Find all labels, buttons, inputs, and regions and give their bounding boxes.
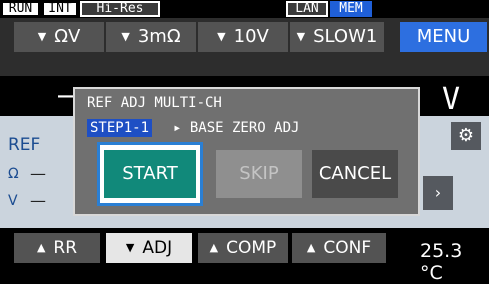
- int-indicator: INT: [42, 1, 78, 17]
- dialog-title: REF ADJ MULTI-CH: [87, 95, 222, 111]
- hires-indicator: Hi-Res: [80, 1, 160, 17]
- menu-button[interactable]: MENU: [400, 22, 487, 52]
- voltage-range-label: 10V: [233, 26, 269, 47]
- start-button[interactable]: START: [104, 150, 196, 198]
- measurement-unit: V: [442, 82, 461, 117]
- voltage-range-button[interactable]: ▼ 10V: [198, 22, 288, 52]
- ohm-value: —: [30, 164, 46, 183]
- triangle-down-icon: ▼: [121, 30, 130, 43]
- step-badge: STEP1-1: [87, 119, 153, 137]
- conf-label: CONF: [323, 238, 372, 258]
- ref-adj-dialog: REF ADJ MULTI-CH STEP1-1 ▸ BASE ZERO ADJ…: [73, 87, 420, 216]
- status-bar: RUN INT Hi-Res LAN MEM: [0, 0, 489, 18]
- skip-button[interactable]: SKIP: [216, 150, 302, 198]
- temperature-readout: 25.3 °C: [420, 240, 463, 284]
- triangle-down-icon: ▼: [296, 30, 306, 43]
- comp-button[interactable]: ▲ COMP: [198, 233, 288, 263]
- volt-label: V: [8, 193, 18, 209]
- cancel-button[interactable]: CANCEL: [312, 150, 398, 198]
- mem-indicator: MEM: [330, 1, 372, 17]
- triangle-up-icon: ▲: [209, 241, 219, 254]
- ohm-label: Ω: [8, 166, 19, 182]
- triangle-up-icon: ▲: [306, 241, 316, 254]
- ref-label: REF: [8, 135, 41, 155]
- adj-button[interactable]: ▼ ADJ: [106, 233, 192, 263]
- volt-value: —: [30, 191, 46, 210]
- chevron-right-icon[interactable]: ›: [423, 176, 453, 210]
- triangle-down-icon: ▼: [217, 30, 226, 43]
- gear-icon[interactable]: ⚙: [451, 122, 481, 150]
- step-description: ▸ BASE ZERO ADJ: [173, 120, 300, 136]
- conf-button[interactable]: ▲ CONF: [292, 233, 386, 263]
- function-label: ΩV: [54, 26, 81, 47]
- function-button[interactable]: ▼ ΩV: [14, 22, 104, 52]
- comp-label: COMP: [226, 238, 277, 258]
- triangle-down-icon: ▼: [37, 30, 47, 43]
- resistance-range-label: 3mΩ: [137, 26, 181, 47]
- adj-label: ADJ: [142, 238, 173, 258]
- run-indicator: RUN: [1, 1, 40, 17]
- lan-indicator: LAN: [286, 1, 328, 17]
- triangle-up-icon: ▲: [36, 241, 46, 254]
- rr-label: RR: [53, 238, 78, 258]
- speed-button[interactable]: ▼ SLOW1: [290, 22, 384, 52]
- resistance-range-button[interactable]: ▼ 3mΩ: [106, 22, 196, 52]
- speed-label: SLOW1: [313, 26, 378, 47]
- rr-button[interactable]: ▲ RR: [14, 233, 100, 263]
- triangle-down-icon: ▼: [125, 241, 135, 254]
